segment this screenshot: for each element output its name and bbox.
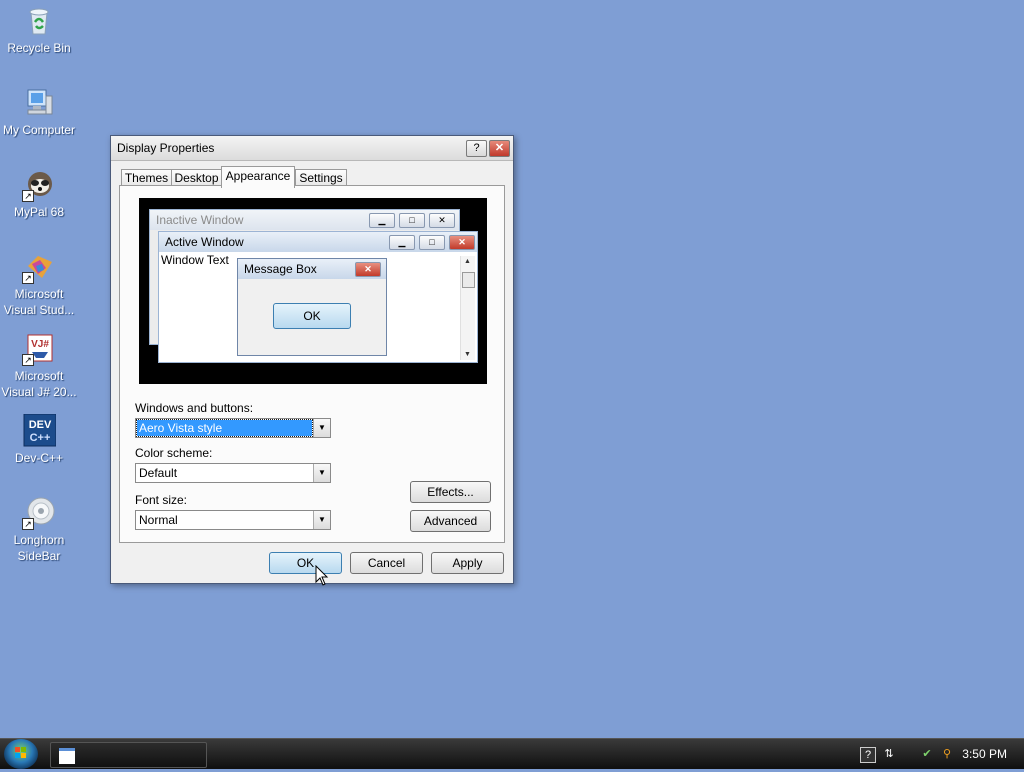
window-icon (59, 748, 75, 764)
desktop-icon-label: Microsoft Visual Stud... (3, 287, 75, 317)
start-button[interactable] (4, 739, 38, 769)
preview-scrollbar: ▲ ▼ (460, 256, 475, 360)
preview-close-icon: ✕ (449, 235, 475, 250)
svg-text:DEV: DEV (29, 419, 52, 431)
desktop-icon-label: Longhorn SideBar (13, 533, 65, 563)
shortcut-arrow-icon: ↗ (22, 272, 34, 284)
help-tray-icon[interactable]: ? (860, 747, 876, 763)
desktop-icon-visual-jsharp[interactable]: VJ# ↗ Microsoft Visual J# 20... (0, 332, 78, 400)
advanced-button[interactable]: Advanced (410, 510, 491, 532)
chevron-down-icon[interactable]: ▼ (313, 464, 330, 482)
preview-close-icon: ✕ (429, 213, 455, 228)
windows-buttons-label: Windows and buttons: (135, 401, 254, 415)
desktop-icon-mypal[interactable]: ↗ MyPal 68 (0, 168, 78, 220)
shortcut-arrow-icon: ↗ (22, 354, 34, 366)
shortcut-arrow-icon: ↗ (22, 190, 34, 202)
dialog-titlebar[interactable]: Display Properties ? ✕ (111, 136, 513, 161)
mypal-icon: ↗ (22, 168, 56, 202)
desktop-icon-label: MyPal 68 (13, 205, 65, 219)
preview-maximize-icon: □ (419, 235, 445, 250)
cancel-button[interactable]: Cancel (350, 552, 423, 574)
desktop-icon-devcpp[interactable]: DEV C++ Dev-C++ (0, 413, 78, 466)
svg-text:C++: C++ (30, 432, 51, 444)
help-button[interactable]: ? (466, 140, 487, 157)
desktop-icon-visual-studio[interactable]: ↗ Microsoft Visual Stud... (0, 250, 78, 318)
windows-buttons-value: Aero Vista style (136, 419, 313, 437)
ok-button[interactable]: OK (269, 552, 342, 574)
desktop-icon-label: Microsoft Visual J# 20... (1, 369, 77, 399)
desktop-icon-label: Recycle Bin (7, 41, 71, 55)
effects-button[interactable]: Effects... (410, 481, 491, 503)
taskbar-clock[interactable]: 3:50 PM (962, 747, 1007, 761)
apply-button[interactable]: Apply (431, 552, 504, 574)
scroll-thumb (462, 272, 475, 288)
preview-active-title: Active Window (165, 235, 244, 249)
color-scheme-label: Color scheme: (135, 446, 213, 460)
color-scheme-select[interactable]: Default ▼ (135, 463, 331, 483)
close-button[interactable]: ✕ (489, 140, 510, 157)
tab-appearance[interactable]: Appearance (221, 166, 295, 188)
display-properties-dialog: Display Properties ? ✕ Themes Desktop Ap… (110, 135, 514, 584)
scroll-up-icon: ▲ (464, 258, 471, 265)
appearance-preview: Inactive Window ▁ □ ✕ Active Window ▁ □ … (139, 198, 487, 384)
preview-window-text: Window Text (161, 253, 229, 267)
scroll-down-icon: ▼ (464, 351, 471, 358)
search-tray-icon[interactable]: ⚲ (940, 747, 954, 761)
svg-text:VJ#: VJ# (31, 339, 49, 350)
chevron-down-icon[interactable]: ▼ (313, 419, 330, 437)
devcpp-icon: DEV C++ (22, 413, 57, 448)
taskbar-window-button[interactable] (50, 742, 207, 768)
font-size-label: Font size: (135, 493, 188, 507)
dialog-title: Display Properties (117, 141, 215, 155)
computer-icon (22, 86, 56, 120)
visual-jsharp-icon: VJ# ↗ (22, 332, 56, 366)
color-scheme-value: Default (139, 466, 178, 480)
visual-studio-icon: ↗ (22, 250, 56, 284)
preview-close-icon: ✕ (355, 262, 381, 277)
sidebar-icon: ↗ (22, 496, 56, 530)
chevron-down-icon[interactable]: ▼ (313, 511, 330, 529)
preview-message-box-title: Message Box (244, 262, 317, 276)
network-tray-icon[interactable]: ⇅ (882, 747, 896, 761)
preview-minimize-icon: ▁ (369, 213, 395, 228)
preview-minimize-icon: ▁ (389, 235, 415, 250)
windows-buttons-select[interactable]: Aero Vista style ▼ (135, 418, 331, 438)
preview-inactive-title: Inactive Window (156, 213, 244, 227)
desktop-icon-sidebar[interactable]: ↗ Longhorn SideBar (0, 496, 78, 564)
font-size-value: Normal (139, 513, 178, 527)
desktop-icon-label: My Computer (2, 123, 76, 137)
sidebar-tray-icon[interactable]: ✔ (920, 747, 934, 761)
preview-ok-button: OK (273, 303, 351, 329)
taskbar: ? ⇅ ✔ ⚲ 3:50 PM (0, 738, 1024, 769)
windows-logo-icon (15, 747, 26, 758)
mouse-cursor-icon (315, 565, 329, 586)
preview-message-box: Message Box ✕ OK (237, 258, 387, 356)
desktop-icon-my-computer[interactable]: My Computer (0, 86, 78, 138)
font-size-select[interactable]: Normal ▼ (135, 510, 331, 530)
desktop-icon-label: Dev-C++ (14, 451, 64, 465)
preview-maximize-icon: □ (399, 213, 425, 228)
appearance-panel: Inactive Window ▁ □ ✕ Active Window ▁ □ … (119, 185, 505, 543)
recycle-bin-icon (22, 4, 56, 38)
shortcut-arrow-icon: ↗ (22, 518, 34, 530)
desktop-icon-recycle-bin[interactable]: Recycle Bin (0, 4, 78, 56)
